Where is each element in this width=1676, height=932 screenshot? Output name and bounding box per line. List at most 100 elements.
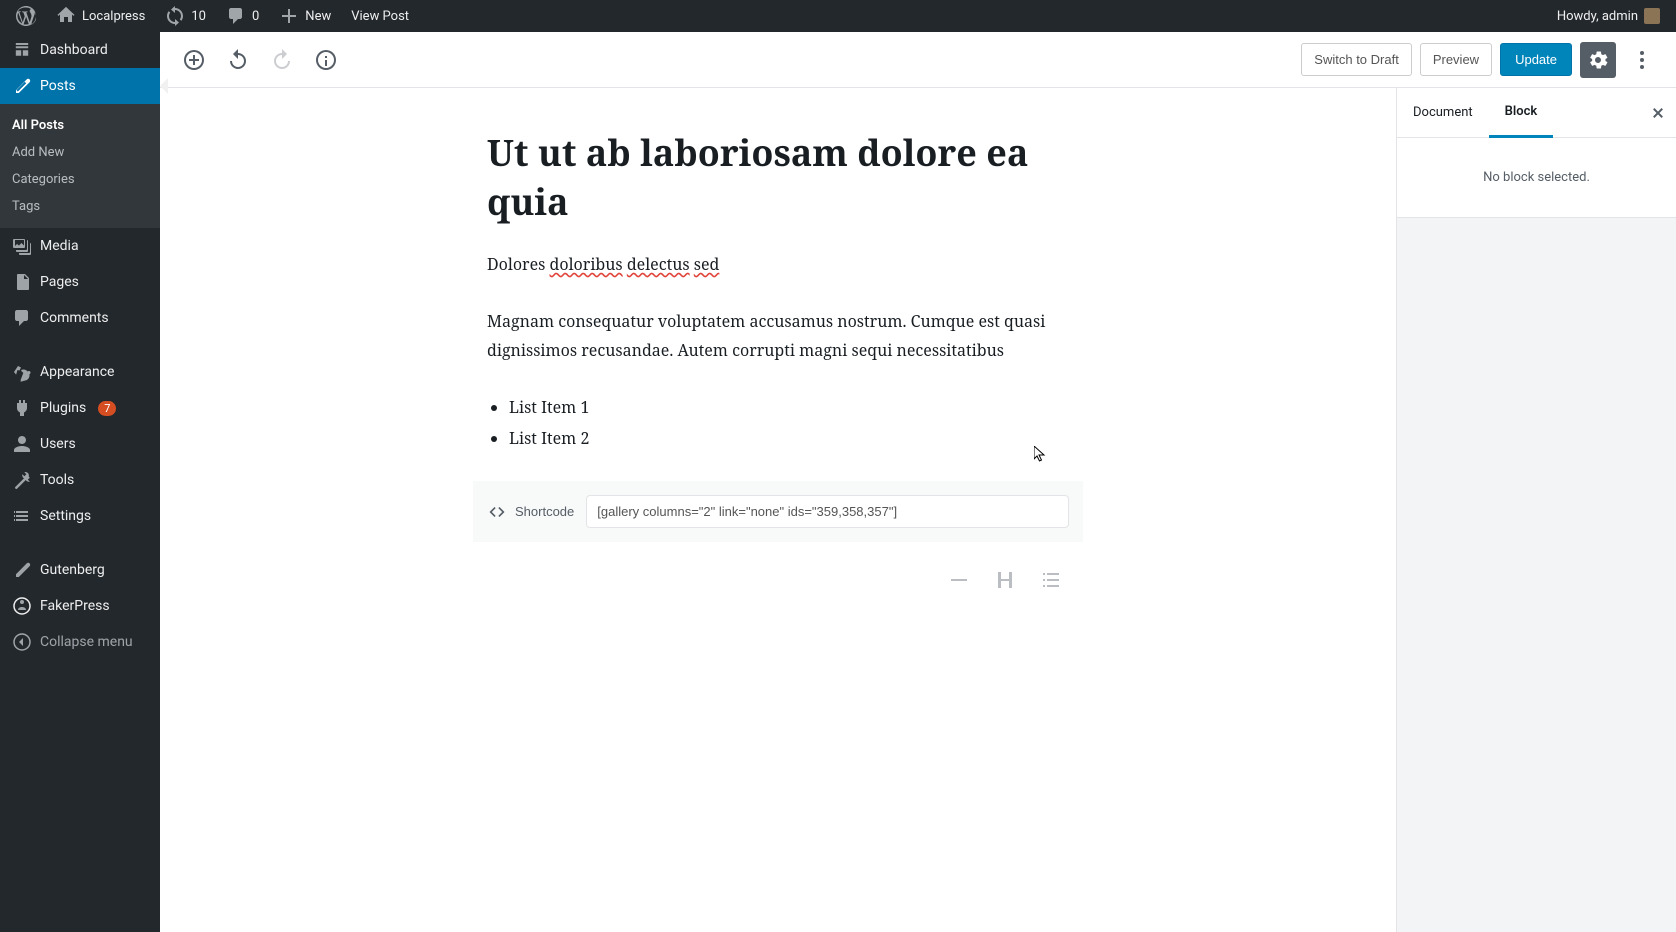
list-block[interactable]: List Item 1 List Item 2 — [473, 392, 1083, 453]
plugins-icon — [12, 398, 32, 418]
shortcode-input[interactable] — [586, 495, 1069, 528]
more-options-button[interactable] — [1624, 42, 1660, 78]
users-icon — [12, 434, 32, 454]
editor-main: Switch to Draft Preview Update Ut ut ab … — [160, 32, 1676, 932]
no-block-message: No block selected. — [1413, 154, 1660, 201]
pages-icon — [12, 272, 32, 292]
panel-body: No block selected. — [1397, 138, 1676, 218]
main-container: Dashboard Posts All Posts Add New Catego… — [0, 32, 1676, 932]
sidebar-item-gutenberg[interactable]: Gutenberg — [0, 552, 160, 588]
add-block-button[interactable] — [176, 42, 212, 78]
sidebar-item-label: Tools — [40, 472, 74, 488]
appender-heading-button[interactable] — [987, 562, 1023, 598]
new-label: New — [305, 9, 331, 24]
admin-bar: Localpress 10 0 New View Post Howdy, adm… — [0, 0, 1676, 32]
new-content-link[interactable]: New — [271, 0, 339, 32]
tab-document[interactable]: Document — [1397, 89, 1489, 136]
admin-bar-right: Howdy, admin — [1549, 0, 1668, 32]
comments-link[interactable]: 0 — [218, 0, 267, 32]
shortcode-block[interactable]: Shortcode — [473, 481, 1083, 542]
sidebar-item-fakerpress[interactable]: FakerPress — [0, 588, 160, 624]
submenu-all-posts[interactable]: All Posts — [0, 112, 160, 139]
sidebar-item-dashboard[interactable]: Dashboard — [0, 32, 160, 68]
plugins-badge: 7 — [98, 401, 116, 416]
collapse-icon — [12, 632, 32, 652]
view-post-label: View Post — [351, 9, 409, 24]
fakerpress-icon — [12, 596, 32, 616]
header-toolbar-left — [176, 42, 344, 78]
media-icon — [12, 236, 32, 256]
home-icon — [56, 6, 76, 26]
view-post-link[interactable]: View Post — [343, 0, 417, 32]
submenu-categories[interactable]: Categories — [0, 166, 160, 193]
appender-list-button[interactable] — [1033, 562, 1069, 598]
sidebar-item-label: FakerPress — [40, 598, 110, 614]
plus-icon — [279, 6, 299, 26]
sidebar-item-posts[interactable]: Posts — [0, 68, 160, 104]
close-panel-button[interactable] — [1640, 95, 1676, 131]
paragraph-block-2[interactable]: Magnam consequatur voluptatem accusamus … — [473, 307, 1083, 365]
switch-draft-button[interactable]: Switch to Draft — [1301, 43, 1412, 76]
update-button[interactable]: Update — [1500, 43, 1572, 76]
comments-icon — [12, 308, 32, 328]
sidebar-item-tools[interactable]: Tools — [0, 462, 160, 498]
avatar — [1644, 8, 1660, 24]
sidebar-item-label: Dashboard — [40, 42, 108, 58]
sidebar-item-label: Users — [40, 436, 76, 452]
sidebar-item-label: Plugins — [40, 400, 86, 416]
undo-button[interactable] — [220, 42, 256, 78]
appender-separator-button[interactable] — [941, 562, 977, 598]
sidebar-item-comments[interactable]: Comments — [0, 300, 160, 336]
submenu-tags[interactable]: Tags — [0, 193, 160, 220]
sidebar-item-media[interactable]: Media — [0, 228, 160, 264]
sidebar-item-appearance[interactable]: Appearance — [0, 354, 160, 390]
paragraph-block-1[interactable]: Dolores doloribus delectus sed — [473, 250, 1083, 279]
site-name-label: Localpress — [82, 9, 145, 24]
sidebar-item-label: Appearance — [40, 364, 114, 380]
appearance-icon — [12, 362, 32, 382]
posts-submenu: All Posts Add New Categories Tags — [0, 104, 160, 228]
admin-bar-left: Localpress 10 0 New View Post — [8, 0, 417, 32]
redo-button[interactable] — [264, 42, 300, 78]
sidebar-item-label: Posts — [40, 78, 76, 94]
settings-panel: Document Block No block selected. — [1396, 88, 1676, 932]
sidebar-item-settings[interactable]: Settings — [0, 498, 160, 534]
list-item[interactable]: List Item 2 — [509, 423, 1069, 453]
sidebar-item-label: Media — [40, 238, 79, 254]
sidebar-item-label: Settings — [40, 508, 91, 524]
header-toolbar-right: Switch to Draft Preview Update — [1301, 42, 1660, 78]
tools-icon — [12, 470, 32, 490]
admin-sidebar: Dashboard Posts All Posts Add New Catego… — [0, 32, 160, 932]
panel-tabs: Document Block — [1397, 88, 1676, 138]
sidebar-item-pages[interactable]: Pages — [0, 264, 160, 300]
sidebar-item-label: Collapse menu — [40, 634, 133, 650]
comments-count: 0 — [252, 9, 259, 24]
list-item[interactable]: List Item 1 — [509, 392, 1069, 422]
updates-link[interactable]: 10 — [157, 0, 214, 32]
posts-icon — [12, 76, 32, 96]
editor-header: Switch to Draft Preview Update — [160, 32, 1676, 88]
sidebar-item-plugins[interactable]: Plugins 7 — [0, 390, 160, 426]
sidebar-item-label: Gutenberg — [40, 562, 105, 578]
my-account-link[interactable]: Howdy, admin — [1549, 0, 1668, 32]
sidebar-item-label: Pages — [40, 274, 79, 290]
editor-canvas[interactable]: Ut ut ab laboriosam dolore ea quia Dolor… — [160, 88, 1396, 932]
post-title[interactable]: Ut ut ab laboriosam dolore ea quia — [473, 128, 1083, 226]
updates-count: 10 — [191, 9, 206, 24]
sidebar-collapse[interactable]: Collapse menu — [0, 624, 160, 660]
comments-icon — [226, 6, 246, 26]
submenu-add-new[interactable]: Add New — [0, 139, 160, 166]
block-appender — [473, 562, 1083, 598]
wp-logo[interactable] — [8, 0, 44, 32]
settings-icon — [12, 506, 32, 526]
site-name-link[interactable]: Localpress — [48, 0, 153, 32]
settings-toggle-button[interactable] — [1580, 42, 1616, 78]
shortcode-icon — [487, 502, 507, 522]
preview-button[interactable]: Preview — [1420, 43, 1492, 76]
dashboard-icon — [12, 40, 32, 60]
sidebar-item-users[interactable]: Users — [0, 426, 160, 462]
tab-block[interactable]: Block — [1489, 88, 1554, 138]
howdy-label: Howdy, admin — [1557, 9, 1638, 24]
update-icon — [165, 6, 185, 26]
content-info-button[interactable] — [308, 42, 344, 78]
